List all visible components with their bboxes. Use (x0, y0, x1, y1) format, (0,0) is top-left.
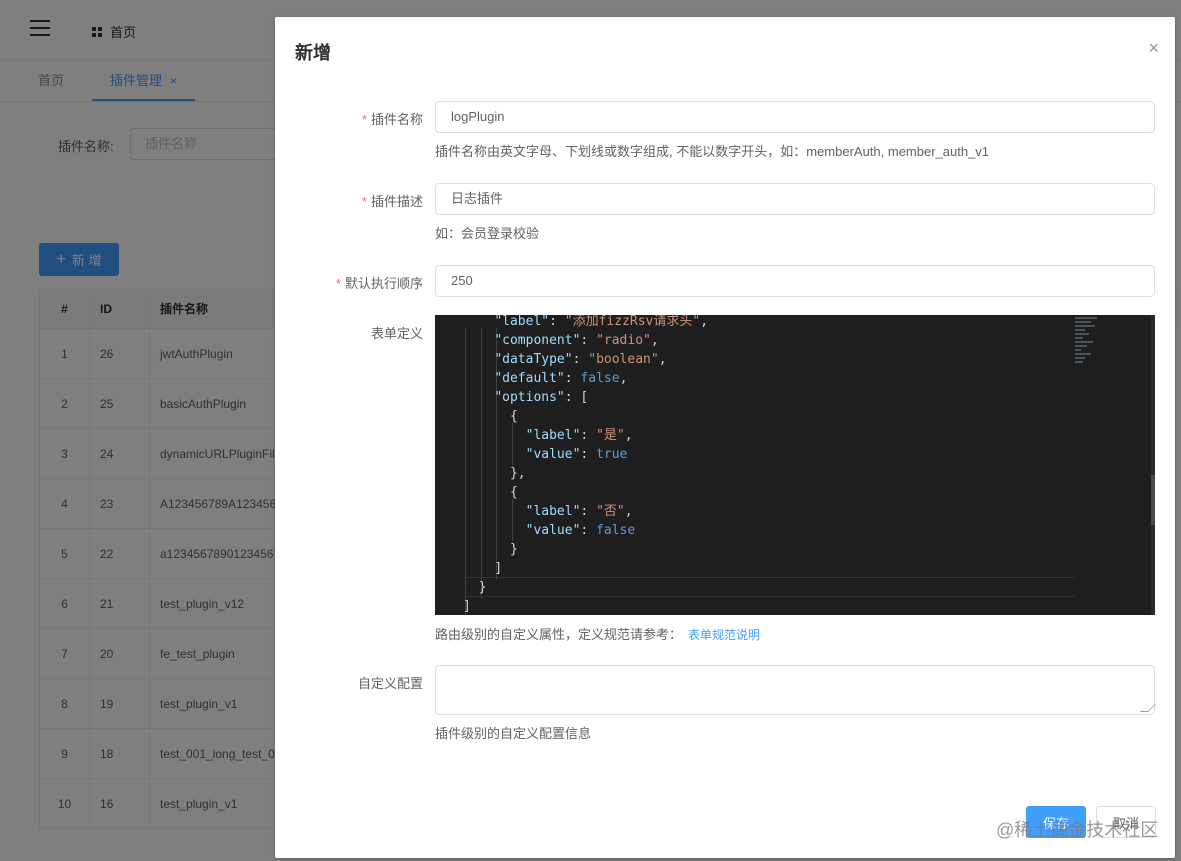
plugin-desc-field[interactable]: 日志插件 (435, 183, 1155, 215)
code-line: "component": "radio", (494, 333, 659, 348)
code-line: "dataType": "boolean", (494, 352, 667, 367)
resize-handle-icon[interactable] (1140, 704, 1156, 712)
code-line: "value": false (525, 523, 636, 538)
custom-config-textarea[interactable] (435, 665, 1156, 715)
plugin-name-label: * 插件名称 (361, 112, 423, 127)
custom-config-label: 自定义配置 (357, 676, 423, 691)
code-line: "value": true (525, 447, 628, 462)
editor-scrollbar-thumb[interactable] (1151, 475, 1155, 525)
editor-rule (465, 596, 1075, 597)
watermark: @稀土掘金技术社区 (996, 820, 1159, 840)
code-line: { (509, 409, 518, 424)
custom-config-hint: 插件级别的自定义配置信息 (435, 726, 592, 741)
code-line: }, (509, 466, 526, 481)
code-line: "options": [ (494, 390, 589, 405)
code-line: "label": "添加fizzRsv请求头", (494, 315, 709, 329)
code-line: ] (463, 599, 471, 614)
add-plugin-dialog: 新增 × * 插件名称 logPlugin 插件名称由英文字母、下划线或数字组成,… (275, 17, 1175, 858)
default-order-label: * 默认执行顺序 (335, 276, 423, 291)
form-definition-hint: 路由级别的自定义属性，定义规范请参考： 表单规范说明 (435, 627, 761, 642)
close-icon[interactable]: × (1148, 39, 1159, 57)
plugin-desc-hint: 如：会员登录校验 (435, 226, 540, 241)
code-line: ] (494, 561, 503, 576)
code-line: "label": "否", (525, 504, 633, 519)
code-line: { (509, 485, 518, 500)
indent-guide (511, 499, 513, 542)
code-editor[interactable]: "label": "添加fizzRsv请求头", "component": "ra… (435, 315, 1155, 615)
editor-scrollbar[interactable] (1151, 315, 1155, 615)
dialog-title: 新增 (295, 43, 331, 63)
indent-guide (480, 328, 482, 599)
default-order-field[interactable]: 250 (435, 265, 1155, 297)
indent-guide (465, 328, 466, 615)
indent-guide (511, 423, 513, 466)
plugin-name-hint: 插件名称由英文字母、下划线或数字组成, 不能以数字开头，如：memberAuth… (435, 144, 990, 159)
code-line: "label": "是", (525, 428, 633, 443)
plugin-desc-label: * 插件描述 (361, 194, 423, 209)
form-definition-label: 表单定义 (370, 326, 423, 341)
code-line: "default": false, (494, 371, 628, 386)
plugin-name-field[interactable]: logPlugin (435, 101, 1155, 133)
code-line: } (478, 580, 487, 595)
editor-rule (465, 577, 1075, 578)
editor-minimap[interactable] (1075, 317, 1105, 387)
code-line: } (509, 542, 518, 557)
form-spec-link[interactable]: 表单规范说明 (688, 628, 760, 642)
